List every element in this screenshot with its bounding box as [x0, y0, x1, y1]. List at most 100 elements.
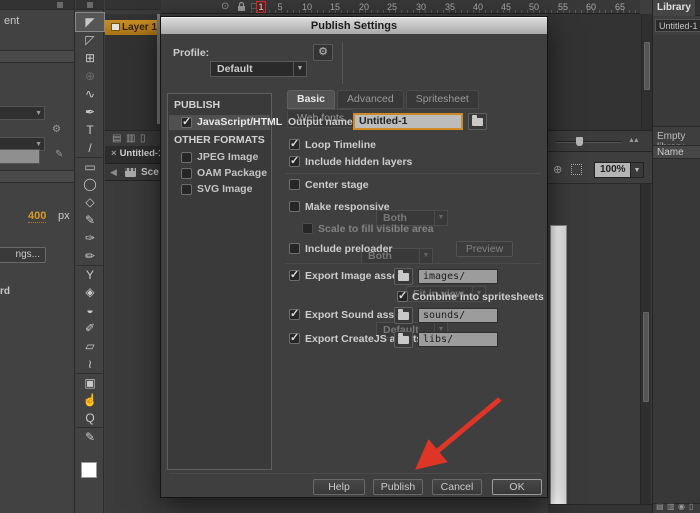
library-name-column-header[interactable]: Name	[653, 145, 700, 159]
center-stage-checkbox[interactable]	[289, 179, 300, 190]
line-tool[interactable]: /	[76, 139, 104, 157]
edit-pencil-icon[interactable]: ✎	[55, 149, 63, 160]
createjs-assets-path-input[interactable]: libs/	[418, 332, 498, 347]
cancel-button[interactable]: Cancel	[432, 479, 482, 495]
timeline-vertical-scrollbar[interactable]	[641, 14, 652, 130]
format-oam-package[interactable]: OAM Package	[169, 166, 270, 181]
chevron-down-icon[interactable]: ▼	[630, 163, 643, 177]
layer-name[interactable]: Layer 1	[122, 22, 157, 33]
subselection-tool[interactable]: ◸	[76, 31, 104, 49]
include-hidden-layers-checkbox[interactable]	[289, 156, 300, 167]
format-jpeg-image[interactable]: JPEG Image	[169, 150, 270, 165]
fill-color-swatch[interactable]	[81, 462, 97, 478]
timeline-zoom-thumb[interactable]	[576, 137, 583, 146]
help-button[interactable]: Help	[313, 479, 365, 495]
wrench-icon[interactable]: ⚙	[52, 124, 61, 135]
hand-tool[interactable]: ☝	[76, 391, 104, 409]
frame-size-icon[interactable]: ▲▲	[628, 137, 638, 144]
scrollbar-thumb[interactable]	[644, 42, 650, 90]
tab-basic[interactable]: Basic	[287, 90, 335, 109]
image-assets-browse-button[interactable]	[394, 268, 413, 285]
format-javascript-html[interactable]: JavaScript/HTML	[169, 115, 270, 130]
new-folder-icon[interactable]: ▥	[667, 502, 675, 511]
tab-library[interactable]: Library	[653, 0, 695, 16]
settings-button[interactable]: ngs...	[0, 247, 46, 263]
ink-bottle-tool[interactable]: ◒	[76, 301, 104, 319]
format-label[interactable]: JavaScript/HTML	[197, 115, 282, 130]
pasteboard[interactable]	[548, 184, 652, 513]
export-image-checkbox[interactable]	[289, 270, 300, 281]
output-browse-button[interactable]	[468, 113, 487, 130]
new-layer-icon[interactable]: ▤	[112, 133, 121, 144]
dialog-title[interactable]: Publish Settings	[161, 17, 547, 34]
panel-menu-icon[interactable]	[57, 2, 63, 8]
delete-layer-icon[interactable]: ▯	[140, 133, 146, 144]
width-tool[interactable]: ≀	[76, 355, 104, 373]
zoom-tool[interactable]: Q	[76, 409, 104, 427]
properties-dropdown-1[interactable]: ▼	[0, 106, 45, 120]
oval-tool[interactable]: ◯	[76, 175, 104, 193]
camera-tool[interactable]: ▣	[76, 373, 104, 391]
publish-button[interactable]: Publish	[373, 479, 423, 495]
include-preloader-checkbox[interactable]	[289, 243, 300, 254]
timeline-zoom-track[interactable]	[556, 141, 622, 143]
loop-timeline-checkbox[interactable]	[289, 139, 300, 150]
output-name-input[interactable]: Untitled-1	[353, 113, 463, 130]
selection-tool[interactable]: ◤	[76, 13, 104, 31]
format-checkbox[interactable]	[181, 117, 192, 128]
brush-tool[interactable]: ✏	[76, 247, 104, 265]
make-responsive-checkbox[interactable]	[289, 201, 300, 212]
sound-assets-browse-button[interactable]	[394, 307, 413, 324]
profile-options-button[interactable]: ⚙	[313, 44, 333, 61]
profile-select[interactable]: Default ▼	[210, 61, 307, 77]
paint-brush-tool[interactable]: ✑	[76, 229, 104, 247]
stage-zoom-select[interactable]: 100% ▼	[594, 162, 644, 178]
rectangle-tool[interactable]: ▭	[76, 157, 104, 175]
visibility-icon[interactable]: ⊙	[221, 1, 229, 12]
combine-spritesheets-checkbox[interactable]	[397, 291, 408, 302]
edit-symbols-icon[interactable]	[571, 164, 582, 175]
properties-section-bar-2[interactable]	[0, 170, 75, 183]
createjs-assets-browse-button[interactable]	[394, 331, 413, 348]
stroke-color-tool[interactable]: ✎	[76, 427, 104, 445]
lasso-tool[interactable]: ∿	[76, 85, 104, 103]
ok-button[interactable]: OK	[492, 479, 542, 495]
polystar-tool[interactable]: ◇	[76, 193, 104, 211]
panel-menu-icon[interactable]	[87, 2, 93, 8]
delete-icon[interactable]: ▯	[689, 502, 693, 511]
timeline-ruler[interactable]: ⊙ □ 1 5 10 15 20 25 30 35 40 45 50 55 60…	[161, 0, 640, 14]
tab-spritesheet[interactable]: Spritesheet	[406, 90, 479, 109]
scene-label-fragment[interactable]: Sce	[141, 167, 159, 178]
tab-advanced[interactable]: Advanced	[337, 90, 404, 109]
format-checkbox[interactable]	[181, 184, 192, 195]
new-symbol-icon[interactable]: ▤	[656, 502, 664, 511]
timeline-frames-area[interactable]	[548, 14, 652, 130]
format-svg-image[interactable]: SVG Image	[169, 182, 270, 197]
back-arrow-icon[interactable]: ◀	[110, 167, 117, 178]
layer-row[interactable]: Layer 1	[105, 20, 161, 35]
document-tab-label[interactable]: Untitled-1	[120, 148, 161, 159]
pencil-tool[interactable]: ✎	[76, 211, 104, 229]
new-folder-icon[interactable]: ▥	[126, 133, 135, 144]
format-label[interactable]: OAM Package	[197, 166, 267, 181]
properties-section-bar[interactable]	[0, 50, 75, 63]
library-document-select[interactable]: Untitled-1	[655, 19, 700, 32]
stage-edge[interactable]	[550, 225, 567, 505]
format-label[interactable]: SVG Image	[197, 182, 252, 197]
properties-icon[interactable]: ◉	[678, 502, 685, 511]
playhead[interactable]: 1	[256, 1, 266, 13]
document-tab[interactable]: ×Untitled-1	[105, 146, 161, 163]
scrollbar-thumb[interactable]	[643, 312, 649, 402]
stage-vertical-scrollbar[interactable]	[640, 184, 651, 513]
paint-bucket-tool[interactable]: ◈	[76, 283, 104, 301]
pen-tool[interactable]: ✒	[76, 103, 104, 121]
eyedropper-tool[interactable]: ✐	[76, 319, 104, 337]
library-item-list[interactable]	[653, 159, 700, 503]
free-transform-tool[interactable]: ⊞	[76, 49, 104, 67]
eraser-tool[interactable]: ▱	[76, 337, 104, 355]
center-frame-icon[interactable]: ⊕	[553, 163, 562, 176]
format-checkbox[interactable]	[181, 168, 192, 179]
format-checkbox[interactable]	[181, 152, 192, 163]
stage-horizontal-scrollbar[interactable]	[548, 504, 652, 513]
sound-assets-path-input[interactable]: sounds/	[418, 308, 498, 323]
